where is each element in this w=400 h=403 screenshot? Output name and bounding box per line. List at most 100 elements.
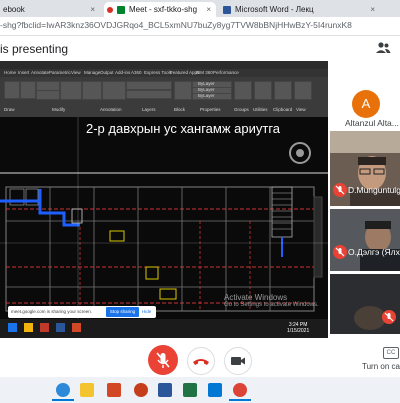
tab-meet[interactable]: Meet - sxf-tkko-shg × [104, 2, 216, 17]
people-icon[interactable] [375, 41, 391, 55]
shared-clock: 3:24 PM 1/15/2021 [287, 322, 309, 334]
autocad-title-bar [0, 61, 328, 69]
edge-icon[interactable] [56, 383, 70, 397]
close-icon[interactable]: × [90, 2, 95, 17]
shared-screen: Home Insert Annotate Parametric View Man… [0, 61, 328, 338]
hang-up-icon [193, 359, 209, 365]
recording-dot-icon [107, 6, 113, 13]
property-value: ByLayer [198, 81, 215, 86]
copy-tool-icon [82, 81, 102, 100]
layer-dropdown [126, 81, 172, 90]
word-favicon-icon [223, 5, 231, 14]
powerpoint-icon [72, 323, 81, 332]
ribbon-tab: Performance [213, 70, 239, 75]
close-icon[interactable]: × [206, 2, 211, 17]
participant-name: D.Munguntulga... [348, 185, 400, 195]
ribbon-group-label: Annotation [100, 107, 122, 112]
mic-off-icon [382, 310, 396, 324]
polyline-tool-icon [20, 81, 36, 99]
participant-video [330, 274, 400, 334]
ribbon-tab: A360 [131, 70, 142, 75]
ribbon-group-label: Draw [4, 107, 15, 112]
ribbon-tab: Featured Apps [170, 70, 200, 75]
mic-off-icon [333, 183, 347, 197]
leave-call-button[interactable] [187, 347, 215, 375]
ribbon-tab: View [71, 70, 81, 75]
tab-ebook[interactable]: ebook × [0, 2, 100, 17]
camera-icon [231, 357, 245, 365]
ribbon-group-label: Utilities [253, 107, 268, 112]
file-explorer-icon[interactable] [80, 383, 94, 397]
ribbon-tab: Express Tools [144, 70, 172, 75]
participant-tile[interactable]: D.Munguntulga... [330, 131, 400, 206]
activate-windows-title: Activate Windows [224, 293, 288, 302]
ribbon-group-label: Layers [142, 107, 156, 112]
view-tool-icon [294, 81, 312, 100]
autocad-icon [40, 323, 49, 332]
chrome-icon[interactable] [233, 383, 247, 397]
ribbon-tab: Manage [84, 70, 101, 75]
move-tool-icon [60, 81, 82, 100]
stop-sharing-button[interactable]: Stop sharing [106, 307, 139, 317]
slide-heading: 2-р давхрын ус хангамж ариутга [86, 121, 281, 136]
avatar: A [352, 90, 380, 118]
participant-tile[interactable]: O.Дэлгэ (Ялх... [330, 209, 400, 271]
participant-video [330, 209, 400, 271]
tab-word[interactable]: Microsoft Word - Лекц × [220, 2, 380, 17]
property-value: ByLayer [198, 93, 215, 98]
browser-tab-strip: ebook × Meet - sxf-tkko-shg × Microsoft … [0, 0, 400, 17]
mic-off-icon [333, 245, 347, 259]
group-tool-icon [234, 81, 252, 100]
word-icon [56, 323, 65, 332]
presentation-icon[interactable] [134, 383, 148, 397]
insert-block-icon [174, 81, 192, 100]
powerpoint-icon[interactable] [107, 383, 121, 397]
layer-dropdown [126, 90, 172, 99]
microphone-toggle-button[interactable] [148, 345, 178, 375]
address-bar[interactable]: -shg?fbclid=IwAR3knz36OVDJGRqo4_BCL5xmNU… [0, 17, 400, 36]
mic-off-icon [156, 352, 170, 368]
ribbon-tab-row: Home Insert Annotate Parametric View Man… [0, 69, 328, 77]
ribbon-tab: Home [4, 70, 17, 75]
clipboard-tool-icon [274, 81, 292, 100]
participant-tile[interactable] [330, 274, 400, 334]
shared-clock-date: 1/15/2021 [287, 328, 310, 334]
shared-taskbar [0, 319, 328, 338]
sharing-notice-text: meet.google.com is sharing your screen. [11, 309, 93, 314]
hide-button[interactable]: Hide [142, 309, 151, 314]
tab-label: Microsoft Word - Лекц [235, 5, 314, 14]
ribbon-group-label: Properties [200, 107, 221, 112]
ribbon-tab: Output [100, 70, 114, 75]
annotation-tool-icon [102, 81, 126, 100]
ribbon-group-label: View [296, 107, 306, 112]
close-icon[interactable]: × [370, 2, 375, 17]
url-text[interactable]: -shg?fbclid=IwAR3knz36OVDJGRqo4_BCL5xmNU… [0, 20, 352, 30]
outlook-icon[interactable] [208, 383, 222, 397]
ribbon-tab: Annotate [31, 70, 50, 75]
meet-favicon-icon [117, 5, 125, 14]
ribbon-group-label: Block [174, 107, 186, 112]
autocad-ribbon: ByLayer ByLayer ByLayer Draw Modify Anno… [0, 77, 328, 117]
ribbon-tab: Parametric [49, 70, 71, 75]
folder-icon [24, 323, 33, 332]
ribbon-group-label: Modify [52, 107, 66, 112]
word-icon[interactable] [158, 383, 172, 397]
start-icon [8, 323, 17, 332]
excel-icon[interactable] [183, 383, 197, 397]
utilities-tool-icon [254, 81, 272, 100]
turn-on-captions-label[interactable]: Turn on cap [362, 362, 400, 371]
property-value: ByLayer [198, 87, 215, 92]
modify-tool-icon [36, 90, 60, 100]
captions-icon[interactable]: CC [383, 347, 399, 359]
tab-label: ebook [3, 5, 25, 14]
ribbon-group-label: Clipboard [273, 107, 293, 112]
participant-name: O.Дэлгэ (Ялх... [348, 247, 400, 257]
ribbon-group-label: Groups [234, 107, 249, 112]
ribbon-tab: Add-ins [115, 70, 131, 75]
active-app-indicator [229, 399, 251, 401]
tab-label: Meet - sxf-tkko-shg [129, 5, 198, 14]
participant-name: Altanzul Alta... [345, 118, 399, 128]
ribbon-tab: BIM 360 [196, 70, 213, 75]
camera-toggle-button[interactable] [224, 347, 252, 375]
ribbon-tab: Insert [18, 70, 30, 75]
